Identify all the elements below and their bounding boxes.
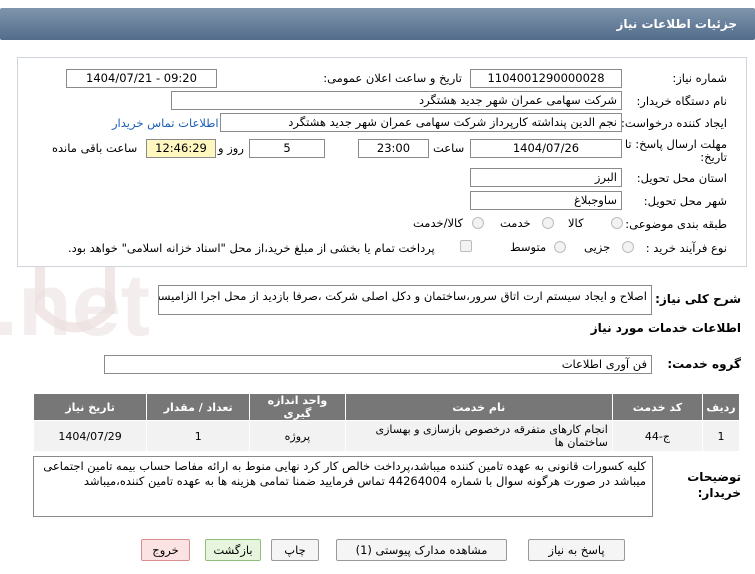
remaining-label: ساعت باقی مانده bbox=[52, 141, 138, 155]
process-option-medium: متوسط bbox=[510, 240, 547, 254]
days-label: روز و bbox=[218, 141, 244, 155]
remaining-time-field[interactable]: 12:46:29 bbox=[146, 139, 216, 158]
services-table: ردیف کد خدمت نام خدمت واحد اندازه گیری ت… bbox=[32, 393, 740, 452]
city-field[interactable]: ساوجبلاغ bbox=[470, 191, 622, 210]
cell-code: ج-44 bbox=[611, 420, 704, 452]
buyer-org-label: نام دستگاه خریدار: bbox=[636, 94, 727, 108]
treasury-payment-checkbox[interactable] bbox=[460, 240, 472, 252]
cell-date: 1404/07/29 bbox=[32, 420, 148, 452]
col-qty-header: تعداد / مقدار bbox=[146, 393, 251, 421]
services-section-title: اطلاعات خدمات مورد نیاز bbox=[590, 321, 741, 335]
col-name-header: نام خدمت bbox=[344, 393, 613, 421]
creator-field[interactable]: نجم الدین پنداشته کارپرداز شرکت سهامی عم… bbox=[220, 113, 622, 132]
watermark-text: AriaTender.net bbox=[0, 255, 150, 354]
process-option-minor: جزیی bbox=[584, 240, 611, 254]
back-button[interactable]: بازگشت bbox=[205, 539, 261, 561]
creator-label: ایجاد کننده درخواست: bbox=[621, 116, 727, 130]
window-title: جزئیات اطلاعات نیاز bbox=[0, 8, 755, 40]
watermark-shield-icon bbox=[35, 255, 115, 333]
category-label: طبقه بندی موضوعی: bbox=[625, 217, 727, 231]
need-number-field[interactable]: 1104001290000028 bbox=[470, 69, 622, 88]
cell-qty: 1 bbox=[146, 420, 251, 452]
category-option-goods: کالا bbox=[568, 216, 584, 230]
category-option-service: خدمت bbox=[500, 216, 531, 230]
buyer-notes-field[interactable]: کلیه کسورات قانونی به عهده تامین کننده م… bbox=[33, 456, 653, 517]
cell-name: انجام کارهای متفرقه درخصوص بازسازی و بهس… bbox=[344, 420, 613, 452]
summary-field[interactable]: اصلاح و ایجاد سیستم ارت اتاق سرور،ساختما… bbox=[158, 285, 652, 315]
deadline-time-field[interactable]: 23:00 bbox=[358, 139, 429, 158]
col-unit-header: واحد اندازه گیری bbox=[249, 393, 346, 421]
treasury-payment-note: پرداخت تمام یا بخشی از مبلغ خرید،از محل … bbox=[68, 241, 435, 255]
category-option-goods-service: کالا/خدمت bbox=[413, 216, 464, 230]
attachments-button[interactable]: مشاهده مدارک پیوستی (1) bbox=[336, 539, 507, 561]
cell-unit: پروژه bbox=[249, 420, 346, 452]
service-group-label: گروه خدمت: bbox=[667, 357, 741, 371]
category-radio-goods-service[interactable] bbox=[472, 217, 484, 229]
process-radio-minor[interactable] bbox=[622, 241, 634, 253]
info-panel bbox=[17, 57, 747, 267]
deadline-date-field[interactable]: 1404/07/26 bbox=[470, 139, 622, 158]
cell-row: 1 bbox=[702, 420, 740, 452]
remaining-days-field[interactable]: 5 bbox=[249, 139, 325, 158]
category-radio-goods[interactable] bbox=[611, 217, 623, 229]
buyer-notes-label: توضیحات bbox=[687, 470, 741, 484]
deadline-label: مهلت ارسال پاسخ: تا bbox=[624, 137, 727, 151]
province-label: استان محل تحویل: bbox=[636, 171, 727, 185]
col-code-header: کد خدمت bbox=[611, 393, 704, 421]
buyer-notes-label-2: خریدار: bbox=[697, 486, 741, 500]
print-button[interactable]: چاپ bbox=[271, 539, 319, 561]
exit-button[interactable]: خروج bbox=[141, 539, 190, 561]
buyer-org-field[interactable]: شرکت سهامی عمران شهر جدید هشتگرد bbox=[171, 91, 622, 110]
services-table-header: ردیف کد خدمت نام خدمت واحد اندازه گیری ت… bbox=[32, 393, 740, 421]
need-details-window: جزئیات اطلاعات نیاز AriaTender.net شماره… bbox=[0, 0, 755, 574]
buyer-contact-link[interactable]: اطلاعات تماس خریدار bbox=[112, 116, 219, 130]
announce-datetime-field[interactable]: 1404/07/21 - 09:20 bbox=[66, 69, 217, 88]
announce-label: تاریخ و ساعت اعلان عمومی: bbox=[323, 71, 462, 85]
need-number-label: شماره نیاز: bbox=[672, 71, 727, 85]
process-radio-medium[interactable] bbox=[554, 241, 566, 253]
service-group-field[interactable]: فن آوری اطلاعات bbox=[104, 355, 652, 374]
city-label: شهر محل تحویل: bbox=[643, 194, 727, 208]
summary-label: شرح کلی نیاز: bbox=[655, 292, 741, 306]
deadline-label-date: تاریخ: bbox=[700, 150, 727, 164]
reply-button[interactable]: پاسخ به نیاز bbox=[528, 539, 625, 561]
province-field[interactable]: البرز bbox=[470, 168, 622, 187]
table-row[interactable]: 1 ج-44 انجام کارهای متفرقه درخصوص بازساز… bbox=[32, 420, 740, 452]
category-radio-service[interactable] bbox=[542, 217, 554, 229]
col-date-header: تاریخ نیاز bbox=[32, 393, 148, 421]
process-label: نوع فرآیند خرید : bbox=[645, 241, 727, 255]
deadline-time-label: ساعت bbox=[433, 141, 465, 155]
col-row-header: ردیف bbox=[702, 393, 740, 421]
